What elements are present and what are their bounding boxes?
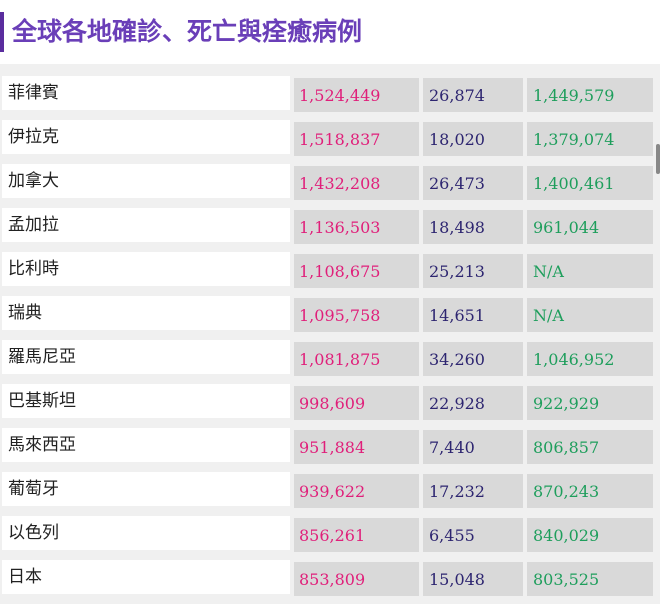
deaths-count: 14,651 [423,298,523,332]
page-title: 全球各地確診、死亡與痊癒病例 [12,17,363,46]
deaths-count: 26,874 [423,78,523,112]
table-row: 加拿大 1,432,208 26,473 1,400,461 [0,164,656,208]
country-name: 巴基斯坦 [2,384,290,418]
confirmed-cases: 998,609 [294,386,419,420]
country-name: 葡萄牙 [2,472,290,506]
vertical-scrollbar[interactable] [656,144,660,174]
confirmed-cases: 1,432,208 [294,166,419,200]
recovered-count: 870,243 [527,474,653,508]
country-name: 瑞典 [2,296,290,330]
recovered-count: 961,044 [527,210,653,244]
country-name: 以色列 [2,516,290,550]
country-name: 伊拉克 [2,120,290,154]
table-row: 羅馬尼亞 1,081,875 34,260 1,046,952 [0,340,656,384]
deaths-count: 18,498 [423,210,523,244]
confirmed-cases: 856,261 [294,518,419,552]
deaths-count: 7,440 [423,430,523,464]
recovered-count: 806,857 [527,430,653,464]
recovered-count: 922,929 [527,386,653,420]
confirmed-cases: 1,095,758 [294,298,419,332]
country-name: 孟加拉 [2,208,290,242]
confirmed-cases: 1,108,675 [294,254,419,288]
deaths-count: 6,455 [423,518,523,552]
table-row: 日本 853,809 15,048 803,525 [0,560,656,604]
recovered-count: 1,046,952 [527,342,653,376]
confirmed-cases: 1,081,875 [294,342,419,376]
deaths-count: 17,232 [423,474,523,508]
deaths-count: 15,048 [423,562,523,596]
table-row: 比利時 1,108,675 25,213 N/A [0,252,656,296]
recovered-count: N/A [527,298,653,332]
table-row: 伊拉克 1,518,837 18,020 1,379,074 [0,120,656,164]
confirmed-cases: 1,136,503 [294,210,419,244]
confirmed-cases: 939,622 [294,474,419,508]
recovered-count: N/A [527,254,653,288]
country-name: 菲律賓 [2,76,290,110]
deaths-count: 22,928 [423,386,523,420]
recovered-count: 1,449,579 [527,78,653,112]
table-row: 以色列 856,261 6,455 840,029 [0,516,656,560]
table-row: 菲律賓 1,524,449 26,874 1,449,579 [0,76,656,120]
title-accent-bar [0,12,4,52]
cases-table: 菲律賓 1,524,449 26,874 1,449,579 伊拉克 1,518… [0,76,656,604]
country-name: 日本 [2,560,290,594]
deaths-count: 25,213 [423,254,523,288]
country-name: 羅馬尼亞 [2,340,290,374]
confirmed-cases: 1,524,449 [294,78,419,112]
confirmed-cases: 951,884 [294,430,419,464]
table-row: 馬來西亞 951,884 7,440 806,857 [0,428,656,472]
deaths-count: 18,020 [423,122,523,156]
table-row: 巴基斯坦 998,609 22,928 922,929 [0,384,656,428]
recovered-count: 1,400,461 [527,166,653,200]
country-name: 馬來西亞 [2,428,290,462]
table-row: 瑞典 1,095,758 14,651 N/A [0,296,656,340]
deaths-count: 34,260 [423,342,523,376]
page-header: 全球各地確診、死亡與痊癒病例 [0,0,660,64]
recovered-count: 803,525 [527,562,653,596]
recovered-count: 840,029 [527,518,653,552]
deaths-count: 26,473 [423,166,523,200]
table-row: 葡萄牙 939,622 17,232 870,243 [0,472,656,516]
confirmed-cases: 1,518,837 [294,122,419,156]
table-row: 孟加拉 1,136,503 18,498 961,044 [0,208,656,252]
confirmed-cases: 853,809 [294,562,419,596]
country-name: 比利時 [2,252,290,286]
country-name: 加拿大 [2,164,290,198]
recovered-count: 1,379,074 [527,122,653,156]
